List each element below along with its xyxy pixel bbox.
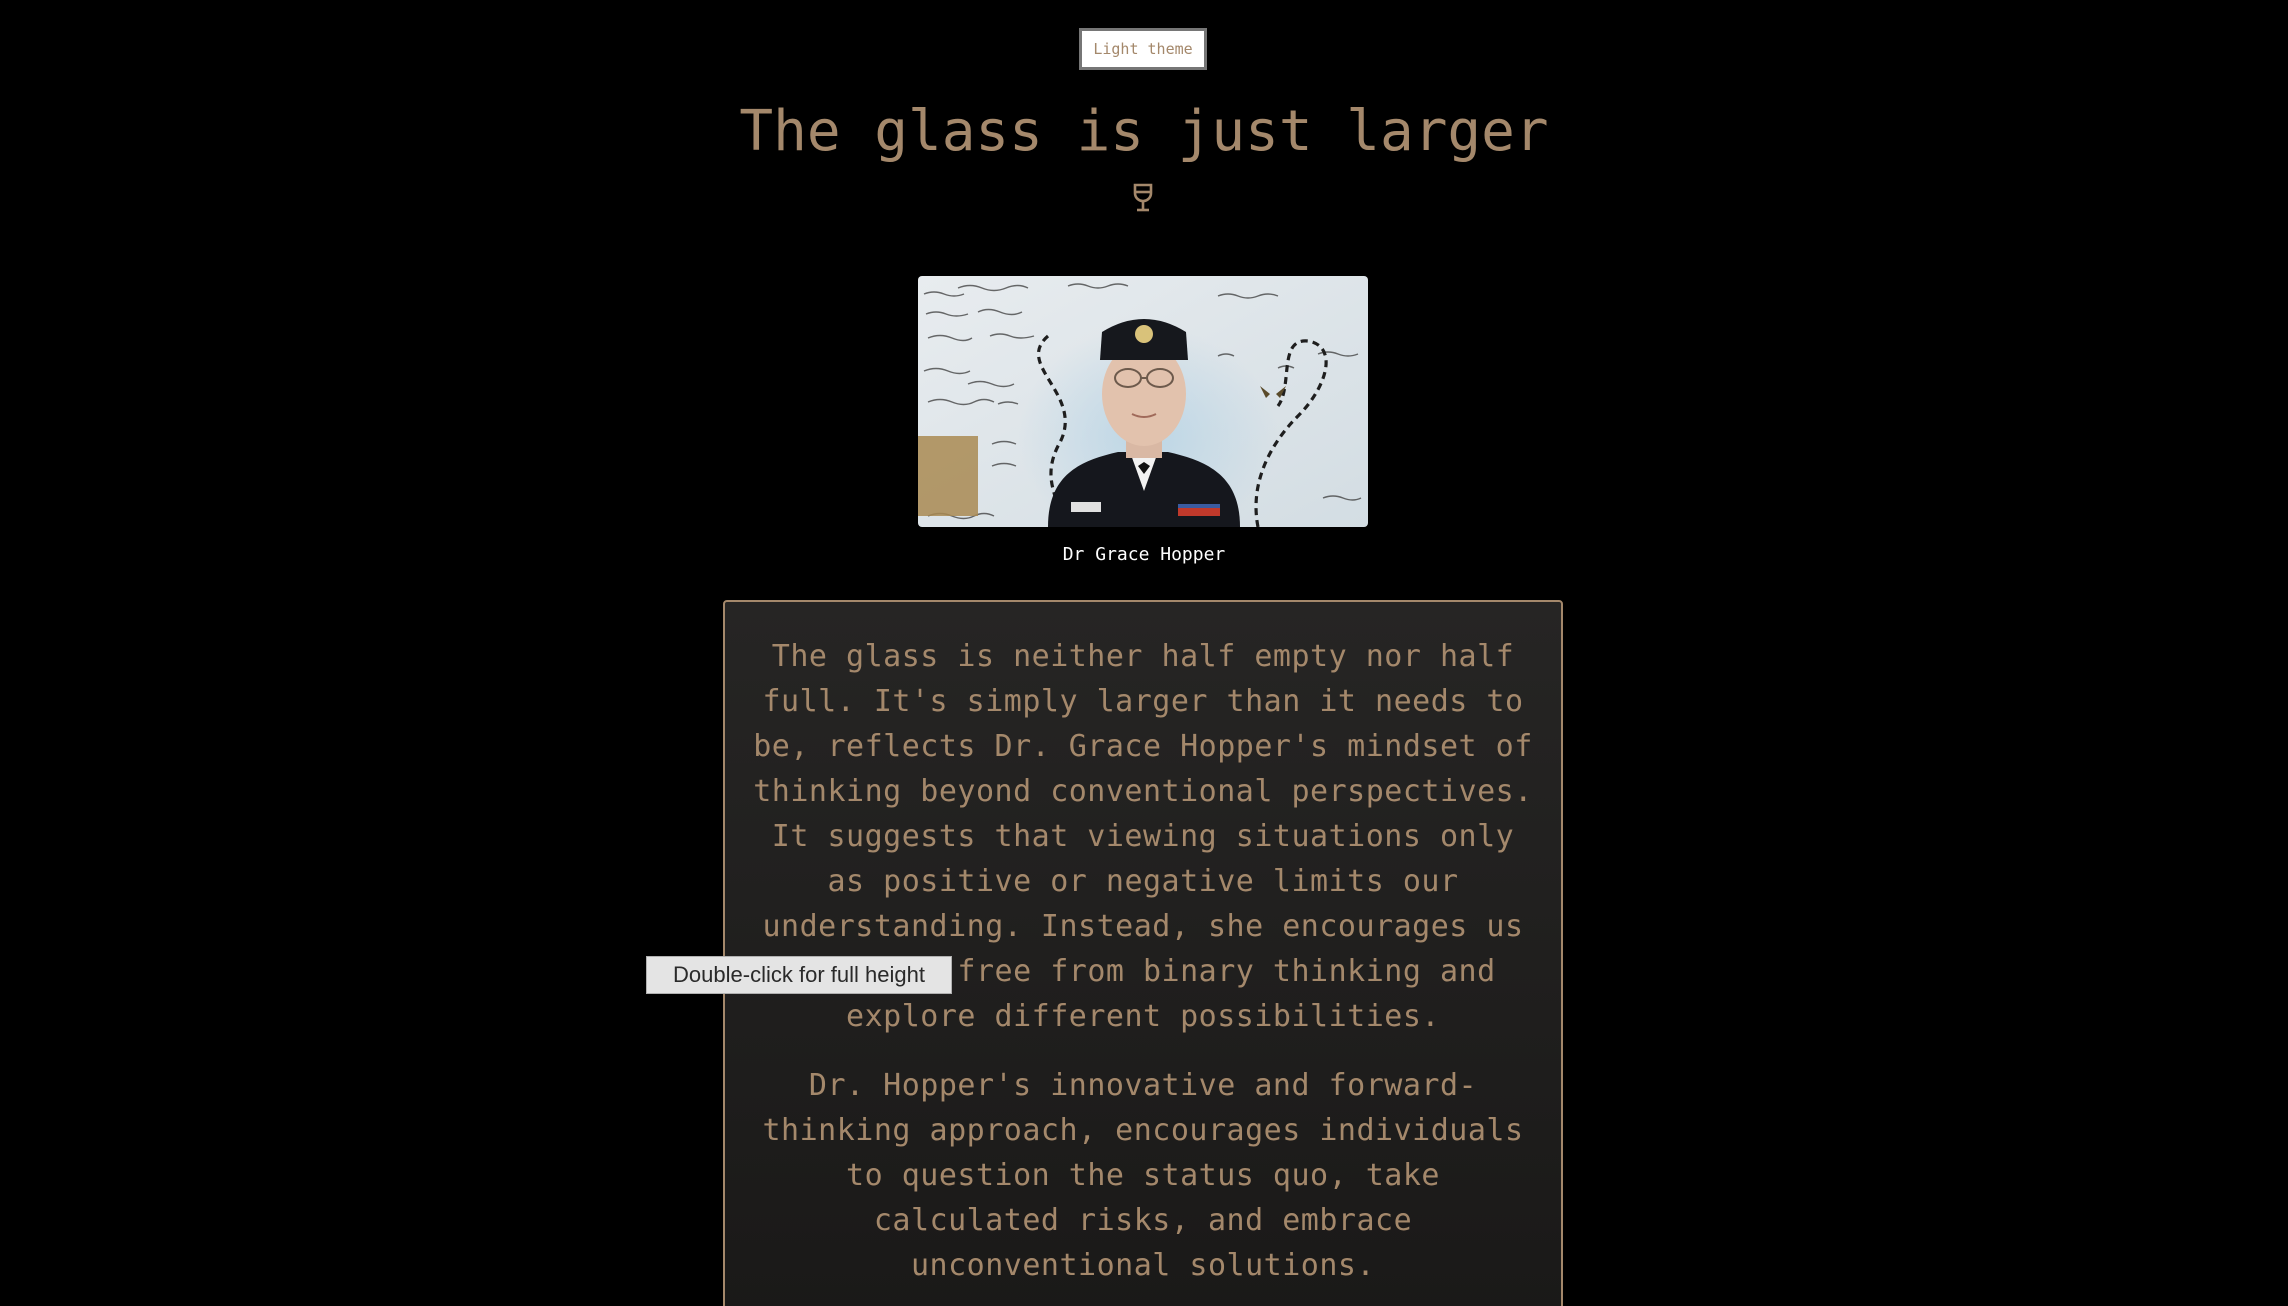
page-title: The glass is just larger: [739, 99, 1549, 164]
theme-toggle-button[interactable]: Light theme: [1079, 28, 1207, 70]
quote-paragraph-2: Dr. Hopper's innovative and forward-thin…: [762, 1068, 1524, 1283]
quote-card: The glass is neither half empty nor half…: [723, 600, 1563, 1306]
grace-hopper-portrait: [918, 276, 1368, 527]
portrait-caption: Dr Grace Hopper: [1062, 544, 1226, 565]
wine-glass-icon: [1133, 183, 1153, 212]
page: Light theme The glass is just larger Dr …: [0, 0, 2288, 1306]
portrait-image: [918, 276, 1368, 527]
resize-tooltip: Double-click for full height: [646, 956, 952, 994]
